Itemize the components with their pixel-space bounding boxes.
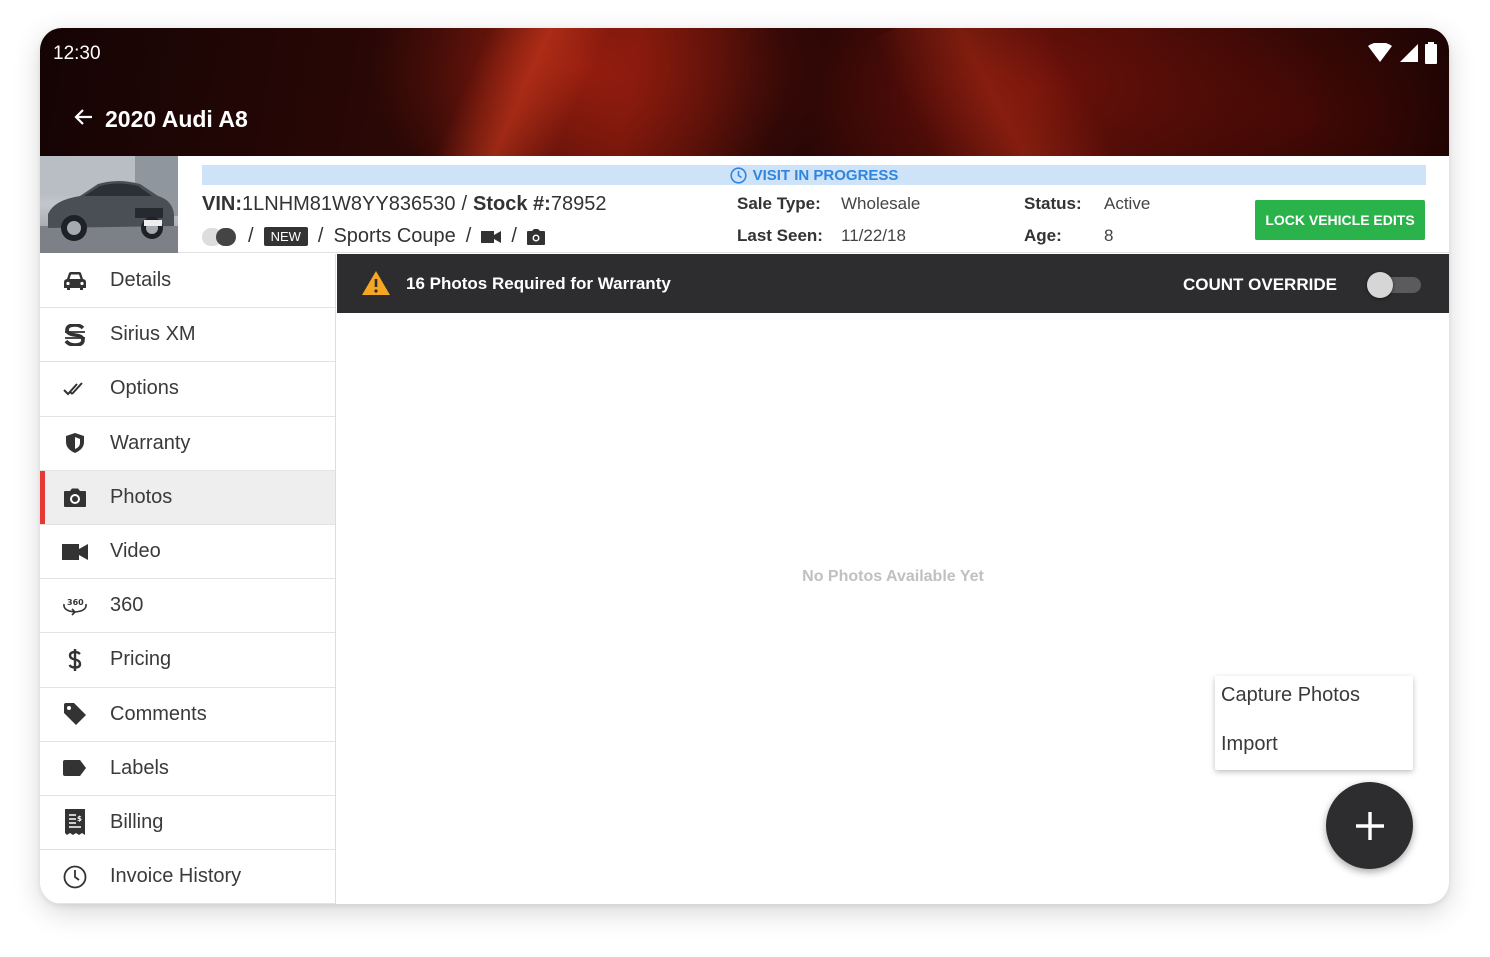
camera-icon bbox=[526, 228, 545, 245]
360-icon: 360 bbox=[40, 596, 110, 616]
status-info: Status: Active Age: 8 bbox=[1024, 194, 1150, 258]
photo-warning-bar: 16 Photos Required for Warranty COUNT OV… bbox=[337, 254, 1449, 313]
status-time: 12:30 bbox=[53, 43, 101, 64]
vin-label: VIN: bbox=[202, 193, 242, 215]
sidebar-item-pricing[interactable]: Pricing bbox=[40, 633, 335, 688]
separator: / bbox=[248, 225, 254, 247]
stock-value: 78952 bbox=[550, 193, 607, 215]
shield-icon bbox=[40, 432, 110, 454]
separator: / bbox=[461, 193, 468, 215]
lock-vehicle-edits-button[interactable]: LOCK VEHICLE EDITS bbox=[1255, 200, 1425, 240]
sidebar-item-label: Video bbox=[110, 540, 161, 563]
sidebar-item-label: Sirius XM bbox=[110, 323, 196, 346]
toggle-knob bbox=[1367, 272, 1393, 298]
sale-type-value: Wholesale bbox=[841, 194, 921, 213]
sidebar-item-label: 360 bbox=[110, 594, 144, 617]
app-header: 12:30 2020 Audi A8 bbox=[40, 28, 1449, 252]
warning-icon bbox=[361, 270, 391, 301]
capture-photos-menu-item[interactable]: Capture Photos bbox=[1221, 684, 1360, 707]
tag-icon bbox=[40, 702, 110, 726]
camera-icon bbox=[40, 488, 110, 507]
label-icon bbox=[40, 760, 110, 777]
battery-icon bbox=[1425, 42, 1437, 64]
sidebar-item-comments[interactable]: Comments bbox=[40, 688, 335, 742]
sidebar-item-label: Options bbox=[110, 377, 179, 400]
svg-text:$: $ bbox=[77, 815, 82, 823]
signal-icon bbox=[1400, 44, 1418, 62]
wifi-icon bbox=[1368, 43, 1392, 62]
video-icon bbox=[40, 543, 110, 561]
svg-text:360: 360 bbox=[67, 598, 84, 607]
fab-menu: Capture Photos Import bbox=[1215, 676, 1413, 770]
sidebar-item-warranty[interactable]: Warranty bbox=[40, 417, 335, 471]
receipt-icon: $ bbox=[40, 809, 110, 836]
vin-value: 1LNHM81W8YY836530 bbox=[242, 193, 456, 215]
sidebar-item-label: Labels bbox=[110, 756, 169, 779]
status-label: Status: bbox=[1024, 194, 1082, 213]
count-override-label: COUNT OVERRIDE bbox=[1183, 275, 1337, 294]
sidebar-item-label: Billing bbox=[110, 810, 164, 833]
stock-label: Stock #: bbox=[473, 193, 551, 215]
back-arrow-icon[interactable] bbox=[73, 106, 95, 128]
car-icon bbox=[40, 271, 110, 291]
sirius-icon bbox=[40, 323, 110, 346]
tablet-screen: 12:30 2020 Audi A8 VISIT IN PROGRESS VIN… bbox=[40, 28, 1449, 904]
sidebar-item-label: Comments bbox=[110, 702, 207, 725]
vehicle-condition-toggle[interactable] bbox=[202, 227, 238, 246]
sidebar-item-sirius-xm[interactable]: Sirius XM bbox=[40, 308, 335, 363]
count-override-toggle[interactable] bbox=[1367, 272, 1422, 298]
photo-requirement-text: 16 Photos Required for Warranty bbox=[406, 274, 671, 293]
sidebar-item-labels[interactable]: Labels bbox=[40, 742, 335, 796]
separator: / bbox=[317, 225, 324, 247]
new-badge: NEW bbox=[263, 227, 308, 246]
vehicle-thumbnail[interactable] bbox=[40, 156, 178, 253]
sidebar-item-invoice-history[interactable]: Invoice History bbox=[40, 850, 335, 904]
vehicle-info-bar: VISIT IN PROGRESS VIN:1LNHM81W8YY836530/… bbox=[40, 156, 1449, 253]
separator: / bbox=[511, 225, 517, 247]
visit-status-banner: VISIT IN PROGRESS bbox=[202, 165, 1426, 185]
page-title: 2020 Audi A8 bbox=[105, 106, 248, 132]
sidebar-item-360[interactable]: 360 360 bbox=[40, 579, 335, 634]
video-icon bbox=[481, 230, 502, 243]
sidebar: Details Sirius XM Options Warranty Photo… bbox=[40, 254, 336, 904]
import-menu-item[interactable]: Import bbox=[1221, 733, 1278, 756]
clock-icon bbox=[40, 865, 110, 889]
visit-status-text: VISIT IN PROGRESS bbox=[752, 166, 899, 184]
vehicle-meta-line: / NEW / Sports Coupe / / bbox=[202, 225, 545, 248]
sidebar-item-video[interactable]: Video bbox=[40, 525, 335, 580]
body-style: Sports Coupe bbox=[333, 225, 456, 247]
status-value: Active bbox=[1104, 194, 1151, 213]
sale-type-label: Sale Type: bbox=[737, 194, 821, 213]
sidebar-item-label: Warranty bbox=[110, 431, 191, 454]
empty-photos-message: No Photos Available Yet bbox=[802, 568, 984, 585]
sale-info: Sale Type: Wholesale Last Seen: 11/22/18 bbox=[737, 194, 920, 258]
separator: / bbox=[465, 225, 472, 247]
sidebar-item-label: Invoice History bbox=[110, 865, 242, 888]
vin-stock-line: VIN:1LNHM81W8YY836530/Stock #:78952 bbox=[202, 193, 606, 216]
sidebar-item-label: Photos bbox=[110, 485, 173, 508]
sidebar-item-details[interactable]: Details bbox=[40, 254, 335, 309]
dollar-icon bbox=[40, 648, 110, 672]
sidebar-item-label: Details bbox=[110, 269, 172, 292]
sidebar-item-billing[interactable]: $ Billing bbox=[40, 796, 335, 851]
sidebar-item-photos[interactable]: Photos bbox=[40, 470, 335, 525]
status-icons bbox=[1367, 42, 1437, 64]
sidebar-item-options[interactable]: Options bbox=[40, 362, 335, 417]
plus-icon bbox=[1355, 811, 1384, 840]
add-photo-fab[interactable] bbox=[1326, 782, 1413, 869]
double-check-icon bbox=[40, 381, 110, 397]
clock-icon bbox=[729, 166, 747, 184]
sidebar-item-label: Pricing bbox=[110, 648, 172, 671]
